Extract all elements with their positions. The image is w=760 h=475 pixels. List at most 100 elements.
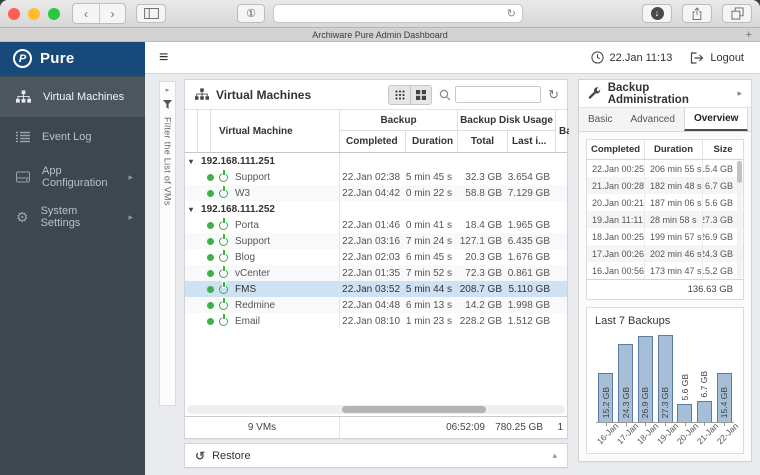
tab-basic[interactable]: Basic — [579, 108, 621, 131]
vm-row[interactable]: Redmine22.Jan 04:486 min 13 s14.2 GB1.99… — [185, 297, 567, 313]
extension-button[interactable]: ① — [237, 4, 265, 23]
chart-bar: 15.2 GB — [596, 333, 616, 422]
window-controls — [8, 8, 60, 20]
filter-strip[interactable]: ▸ Filter the List of VMs — [159, 81, 176, 406]
reload-icon[interactable]: ↻ — [507, 7, 516, 20]
header-right: 22.Jan 11:13 Logout — [591, 51, 744, 64]
refresh-icon[interactable]: ↻ — [548, 87, 559, 103]
backup-row[interactable]: 22.Jan 00:25206 min 55 s15.4 GB — [587, 160, 743, 177]
vm-row[interactable]: Support22.Jan 02:3835 min 45 s32.3 GB3.6… — [185, 169, 567, 185]
column-size[interactable]: Size — [703, 140, 743, 159]
vertical-scrollbar-thumb[interactable] — [737, 161, 742, 183]
vm-group-row[interactable]: ▾192.168.111.251 — [185, 153, 567, 169]
panel-arrow-icon[interactable]: ▸ — [737, 88, 742, 99]
logout-button[interactable]: Logout — [690, 52, 744, 64]
sidebar-item-virtual-machines[interactable]: Virtual Machines — [0, 77, 145, 117]
vm-cell-empty — [556, 281, 569, 297]
sidebar-toggle-button[interactable] — [136, 4, 166, 23]
sidebar-item-app-configuration[interactable]: App Configuration ▸ — [0, 157, 145, 197]
column-duration[interactable]: Duration — [645, 140, 703, 159]
backup-row[interactable]: 17.Jan 00:26202 min 46 s24.3 GB — [587, 245, 743, 262]
column-total[interactable]: Total — [458, 131, 508, 152]
share-button[interactable] — [682, 4, 712, 23]
vm-cell-empty — [556, 313, 569, 329]
brand: P Pure — [0, 42, 145, 75]
vm-row[interactable]: Porta22.Jan 01:4610 min 41 s18.4 GB1.965… — [185, 217, 567, 233]
chart-bar: 15.4 GB — [714, 333, 734, 422]
column-completed[interactable]: Completed — [587, 140, 645, 159]
sidebar-item-system-settings[interactable]: ⚙ System Settings ▸ — [0, 197, 145, 237]
list-view-button[interactable] — [389, 86, 410, 104]
menu-toggle-icon[interactable]: ≡ — [159, 49, 168, 67]
active-tab[interactable]: Archiware Pure Admin Dashboard — [312, 30, 448, 40]
backup-admin-header: Backup Administration ▸ — [579, 80, 751, 108]
vm-row[interactable]: Blog22.Jan 02:0316 min 45 s20.3 GB1.676 … — [185, 249, 567, 265]
vm-name-cell[interactable]: Email — [185, 313, 340, 329]
tab-advanced[interactable]: Advanced — [621, 108, 683, 131]
backup-row[interactable]: 18.Jan 00:25199 min 57 s26.9 GB — [587, 228, 743, 245]
vm-name-cell[interactable]: Blog — [185, 249, 340, 265]
sidebar-item-event-log[interactable]: Event Log — [0, 117, 145, 157]
vm-row[interactable]: FMS22.Jan 03:5235 min 44 s208.7 GB25.110… — [185, 281, 567, 297]
vm-row[interactable]: vCenter22.Jan 01:3517 min 52 s72.3 GB10.… — [185, 265, 567, 281]
restore-panel[interactable]: ↺ Restore ▴ — [184, 443, 568, 468]
vm-row[interactable]: W322.Jan 04:4250 min 22 s58.8 GB7.129 GB — [185, 185, 567, 201]
vm-row[interactable]: Email22.Jan 08:10201 min 23 s228.2 GB31.… — [185, 313, 567, 329]
grid-dots-icon — [395, 90, 405, 100]
collapse-icon[interactable]: ▴ — [552, 450, 557, 461]
workspace: ▸ Filter the List of VMs Virtual Machine… — [145, 74, 760, 475]
sidebar-item-label: App Configuration — [42, 165, 116, 189]
vm-name-cell[interactable]: Support — [185, 233, 340, 249]
forward-icon: › — [111, 7, 115, 21]
tree-expanded-icon[interactable]: ▾ — [189, 205, 193, 214]
minimize-window-button[interactable] — [28, 8, 40, 20]
forward-button[interactable]: › — [99, 4, 125, 23]
power-icon — [219, 269, 228, 278]
vm-name-cell[interactable]: vCenter — [185, 265, 340, 281]
backup-row[interactable]: 19.Jan 11:1128 min 58 s27.3 GB — [587, 211, 743, 228]
tree-expanded-icon[interactable]: ▾ — [189, 157, 193, 166]
vm-name-cell[interactable]: W3 — [185, 185, 340, 201]
close-window-button[interactable] — [8, 8, 20, 20]
vm-name-cell[interactable]: FMS — [185, 281, 340, 297]
downloads-icon: ↓ — [651, 7, 664, 20]
vm-cell-empty — [556, 233, 569, 249]
vm-name-cell[interactable]: Redmine — [185, 297, 340, 313]
drive-icon — [16, 171, 30, 183]
backup-row[interactable]: 21.Jan 00:28182 min 48 s6.7 GB — [587, 177, 743, 194]
tab-overview-button[interactable] — [722, 4, 752, 23]
downloads-button[interactable]: ↓ — [642, 4, 672, 23]
backup-row[interactable]: 20.Jan 00:21187 min 06 s5.6 GB — [587, 194, 743, 211]
new-tab-button[interactable]: + — [746, 30, 752, 40]
tree-column-header — [185, 110, 198, 152]
zoom-window-button[interactable] — [48, 8, 60, 20]
vm-group-row[interactable]: ▾192.168.111.252 — [185, 201, 567, 217]
vm-completed-cell: 22.Jan 03:52 — [340, 281, 406, 297]
backup-completed-cell: 21.Jan 00:28 — [587, 177, 645, 194]
horizontal-scrollbar-thumb[interactable] — [342, 406, 486, 413]
vm-table-body: ▾192.168.111.251Support22.Jan 02:3835 mi… — [185, 153, 567, 329]
vm-completed-cell: 22.Jan 02:03 — [340, 249, 406, 265]
vm-name-cell[interactable]: Support — [185, 169, 340, 185]
status-dot-icon — [207, 270, 214, 277]
url-input[interactable] — [280, 8, 507, 19]
horizontal-scrollbar[interactable] — [187, 405, 565, 414]
backup-row[interactable]: 16.Jan 00:56173 min 47 s15.2 GB — [587, 262, 743, 279]
vertical-scrollbar[interactable] — [737, 161, 742, 278]
vm-last-incr-cell: 7.129 GB — [508, 185, 556, 201]
column-duration[interactable]: Duration — [406, 131, 458, 152]
vm-completed-cell: 22.Jan 08:10 — [340, 313, 406, 329]
column-virtual-machine[interactable]: Virtual Machine — [211, 110, 340, 152]
column-completed[interactable]: Completed — [340, 131, 406, 152]
vm-cell-empty — [508, 201, 556, 217]
search-input[interactable] — [455, 86, 541, 103]
back-button[interactable]: ‹ — [73, 4, 99, 23]
vm-name-cell[interactable]: Porta — [185, 217, 340, 233]
vm-row[interactable]: Support22.Jan 03:1637 min 24 s127.1 GB16… — [185, 233, 567, 249]
backup-admin-tabs: Basic Advanced Overview — [579, 108, 751, 132]
tile-view-button[interactable] — [410, 86, 431, 104]
tab-overview[interactable]: Overview — [684, 108, 748, 131]
address-bar[interactable]: ↻ — [273, 4, 523, 23]
column-last-incremental[interactable]: Last i... — [508, 131, 556, 152]
filter-expand-icon[interactable]: ▸ — [166, 86, 170, 94]
